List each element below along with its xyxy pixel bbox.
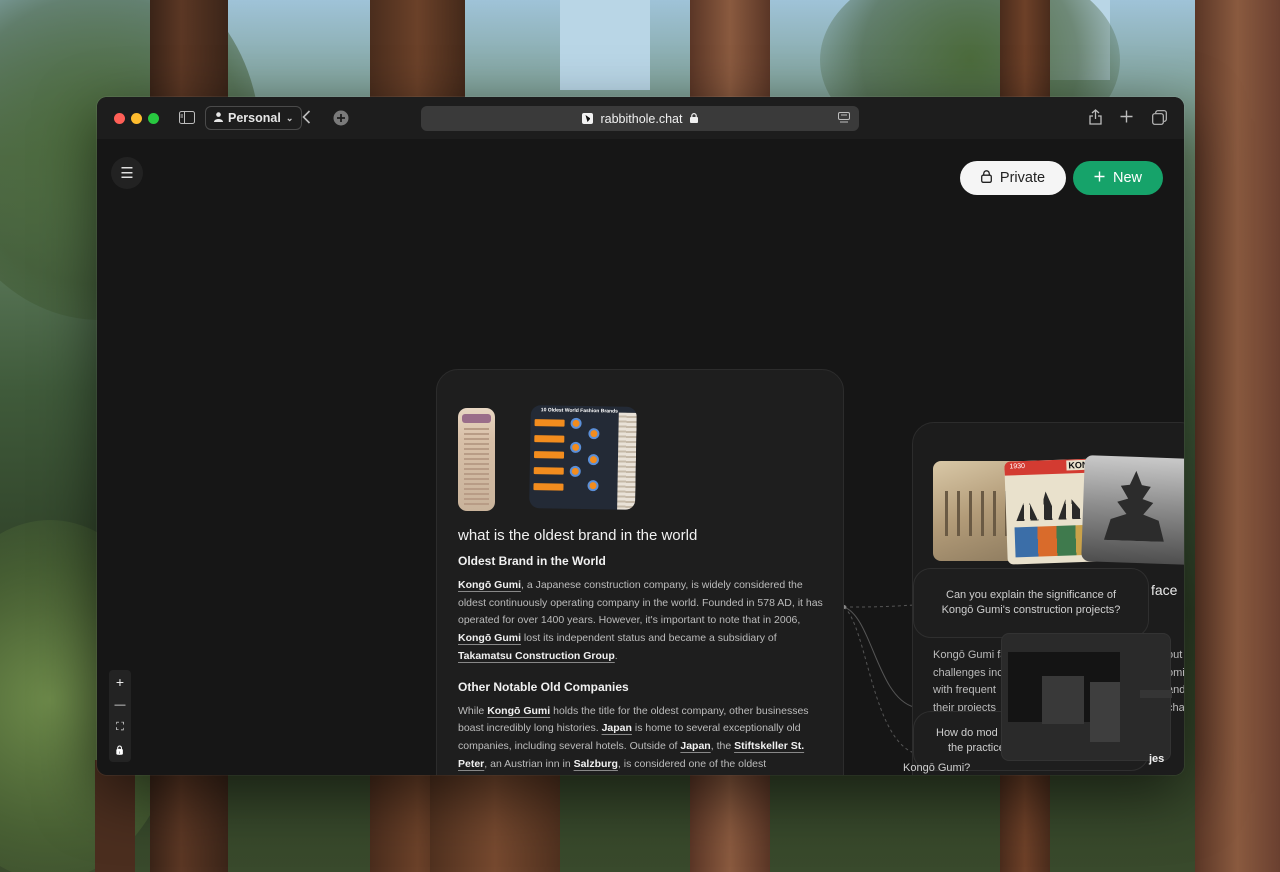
poster-year: 1930	[1009, 462, 1026, 471]
person-icon	[214, 111, 223, 125]
maximize-window-button[interactable]	[148, 113, 159, 124]
share-icon[interactable]	[1089, 109, 1102, 127]
entity-link[interactable]: Takamatsu Construction Group	[458, 650, 615, 662]
browser-toolbar: Personal ⌄ rabbithole.chat	[97, 97, 1184, 139]
entity-link[interactable]: Salzburg	[574, 758, 618, 770]
infographic-thumbnail[interactable]: 10 Oldest World Fashion Brands	[529, 405, 637, 510]
infographic-dot	[588, 428, 600, 440]
zoom-in-button[interactable]: +	[109, 670, 131, 693]
infographic-bar	[533, 451, 565, 459]
entity-link[interactable]: Japan	[680, 740, 710, 752]
minimap-node	[1042, 676, 1084, 724]
new-tab-icon[interactable]	[1120, 110, 1133, 125]
zoom-out-button[interactable]: —	[109, 693, 131, 716]
infographic-dot	[587, 480, 599, 492]
answer-body: Oldest Brand in the World Kongō Gumi, a …	[458, 554, 824, 775]
entity-link[interactable]: Kongō Gumi	[487, 705, 550, 717]
paragraph-text: , is considered one of the oldest	[617, 757, 767, 770]
followup-card[interactable]: 1930 KON face Can you explain the signif…	[912, 422, 1184, 775]
canvas-zoom-controls: + — ⛶ 🔒	[109, 670, 131, 762]
profile-label: Personal	[228, 111, 281, 125]
paragraph-text: While	[458, 704, 488, 717]
profile-selector[interactable]: Personal ⌄	[205, 106, 303, 130]
query-title: what is the oldest brand in the world	[458, 527, 698, 544]
answer-paragraph: Kongō Gumi, a Japanese construction comp…	[458, 577, 824, 666]
world-map-thumbnail[interactable]	[458, 408, 495, 511]
canvas-minimap[interactable]	[1001, 633, 1172, 761]
paragraph-text: lost its independent status and became a…	[521, 632, 777, 645]
url-text: rabbithole.chat	[600, 111, 683, 126]
reader-mode-icon[interactable]	[838, 112, 850, 126]
minimap-node	[1090, 682, 1120, 742]
tab-overview-icon[interactable]	[1152, 110, 1167, 127]
infographic-dot	[587, 454, 600, 466]
fit-view-button[interactable]: ⛶	[109, 716, 131, 739]
infographic-bar	[533, 467, 564, 475]
infographic-bar	[533, 483, 564, 491]
pagoda-photo-thumbnail[interactable]	[1081, 455, 1184, 565]
answer-card[interactable]: 10 Oldest World Fashion Brands what is t…	[436, 369, 844, 775]
paragraph-text: , an Austrian inn in	[484, 757, 574, 770]
minimap-node	[1140, 690, 1172, 698]
lock-icon	[689, 112, 698, 126]
edge-bottom-text: jes	[1149, 753, 1165, 765]
chevron-down-icon: ⌄	[285, 112, 294, 123]
new-label: New	[1112, 170, 1142, 186]
entity-link[interactable]: Japan	[602, 722, 632, 734]
infographic-strip	[617, 412, 637, 510]
question-tail-text: Kongō Gumi?	[903, 762, 971, 774]
section-heading: Oldest Brand in the World	[458, 554, 606, 568]
extension-icon[interactable]	[333, 110, 349, 128]
entity-link[interactable]: Kongō Gumi	[458, 579, 521, 591]
infographic-bar	[534, 435, 565, 443]
private-label: Private	[999, 170, 1046, 186]
address-bar[interactable]: rabbithole.chat	[421, 106, 859, 131]
private-button[interactable]: Private	[960, 161, 1066, 195]
followup-question-bubble[interactable]: Can you explain the significance of Kong…	[913, 568, 1149, 638]
site-favicon-icon	[582, 113, 594, 124]
lock-canvas-button[interactable]: 🔒	[109, 739, 131, 762]
entity-link[interactable]: Kongō Gumi	[458, 632, 521, 644]
node-connector	[842, 604, 915, 754]
hamburger-menu-button[interactable]: ☰	[111, 157, 143, 189]
infographic-dot	[570, 441, 582, 453]
infographic-dot	[569, 465, 581, 477]
new-button[interactable]: New	[1073, 161, 1163, 195]
hamburger-icon: ☰	[120, 165, 134, 182]
paragraph-text: .	[614, 649, 618, 662]
back-arrow-icon[interactable]	[302, 110, 311, 126]
answer-paragraph: While Kongō Gumi holds the title for the…	[458, 703, 824, 774]
sidebar-toggle-icon[interactable]	[179, 111, 195, 126]
question-line: How do mod	[936, 727, 998, 739]
paragraph-text: , the	[710, 739, 735, 752]
lock-icon	[980, 169, 992, 187]
close-window-button[interactable]	[114, 113, 125, 124]
section-heading: Other Notable Old Companies	[458, 679, 629, 694]
infographic-dot	[570, 417, 582, 429]
pagoda-illustration	[1015, 483, 1088, 521]
infographic-title: 10 Oldest World Fashion Brands	[540, 407, 619, 415]
infographic-bar	[534, 419, 565, 427]
browser-window: Personal ⌄ rabbithole.chat ☰ Private New…	[97, 97, 1184, 775]
card-title-fragment: face	[1151, 582, 1178, 598]
question-line: the practice	[948, 742, 1005, 754]
plus-icon	[1094, 170, 1105, 186]
figures-illustration	[1014, 524, 1092, 558]
minimize-window-button[interactable]	[131, 113, 142, 124]
